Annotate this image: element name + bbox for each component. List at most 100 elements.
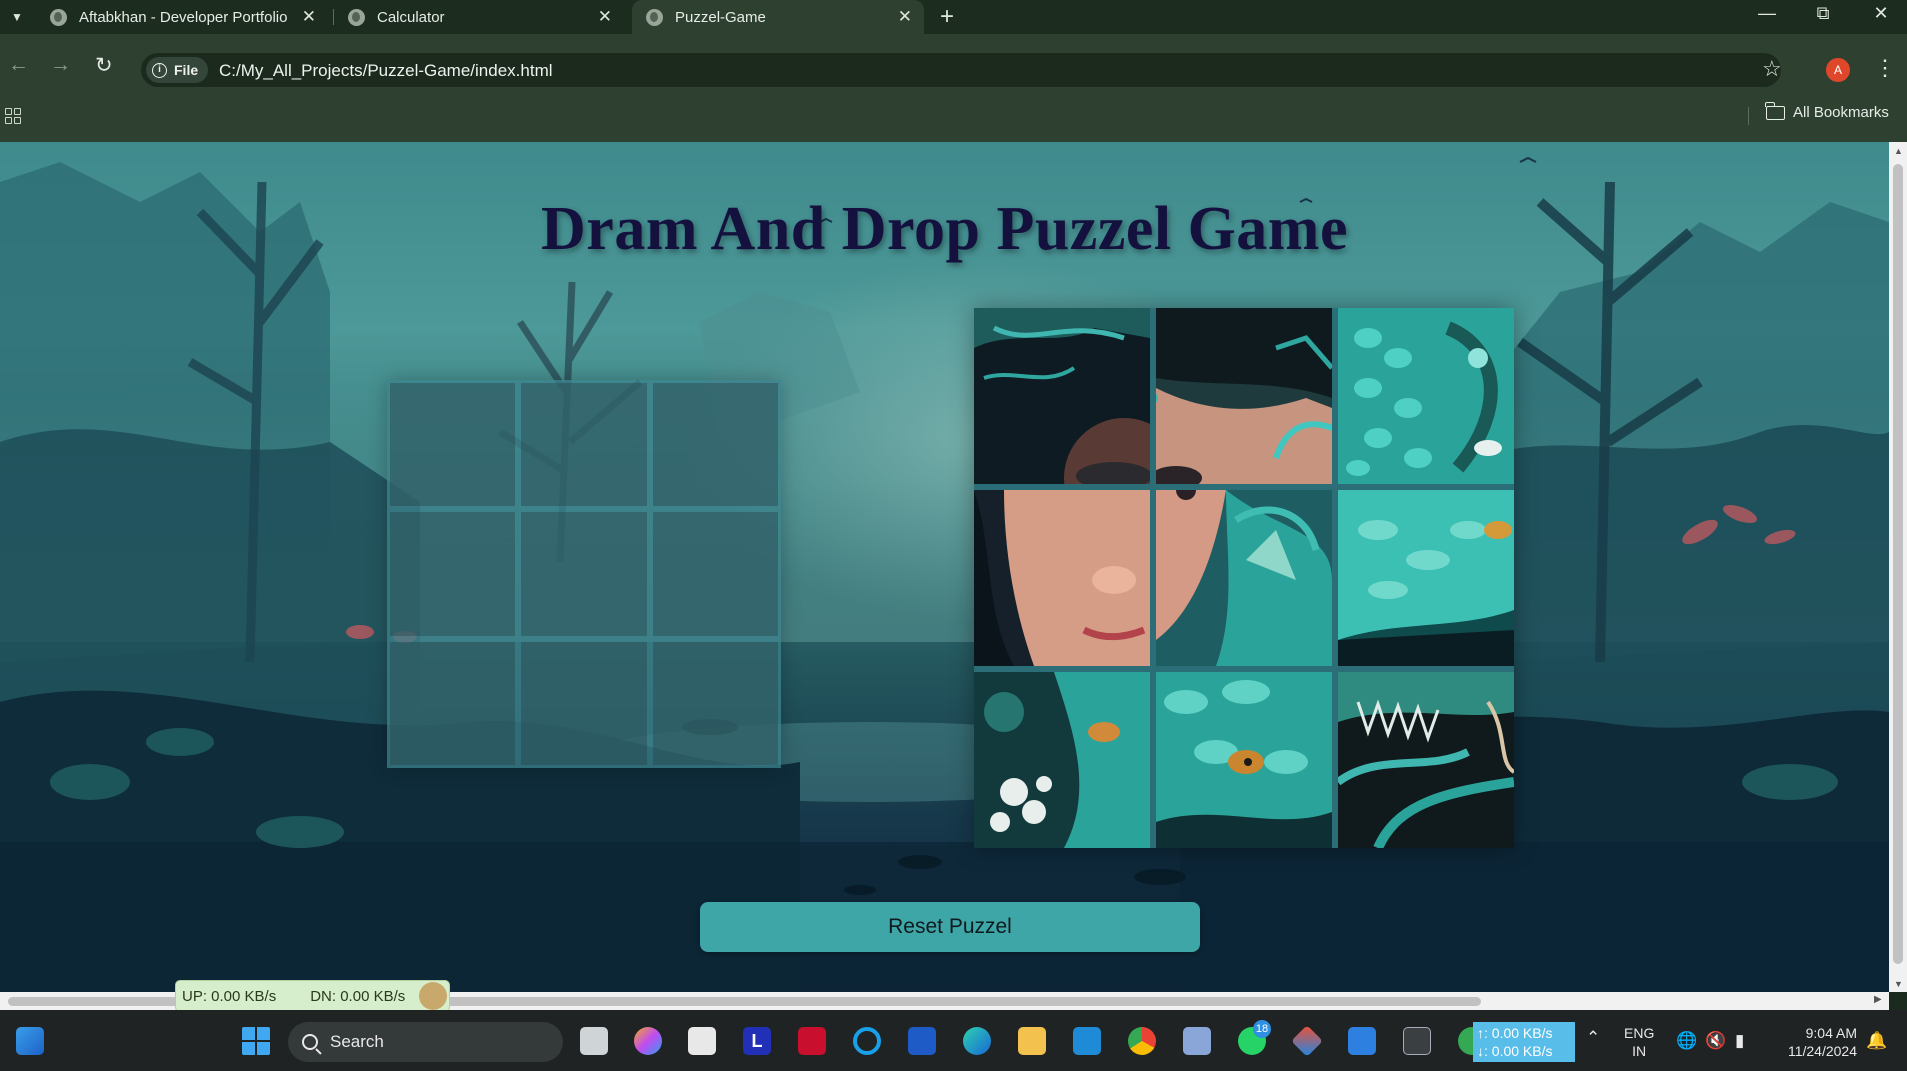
drop-slot[interactable] — [521, 512, 647, 636]
search-label: Search — [330, 1032, 384, 1051]
notification-bell-icon[interactable]: 🔔 — [1866, 1031, 1887, 1051]
drop-slot[interactable] — [390, 641, 516, 765]
copilot-icon[interactable] — [634, 1027, 662, 1055]
mcafee-icon[interactable] — [798, 1027, 826, 1055]
word-icon[interactable] — [908, 1027, 936, 1055]
bookmarks-divider — [1748, 107, 1749, 125]
taskbar-search[interactable]: Search — [288, 1022, 563, 1062]
page-viewport: Dram And Drop Puzzel Game Reset Puzzel — [0, 142, 1889, 992]
minimize-icon[interactable]: — — [1742, 3, 1792, 24]
site-info-label: File — [174, 62, 199, 78]
vertical-scrollbar[interactable]: ▲ ▼ — [1889, 142, 1907, 992]
close-tab-icon[interactable]: ✕ — [302, 7, 316, 27]
apps-grid-icon[interactable] — [5, 108, 21, 124]
puzzle-pieces-grid — [974, 308, 1514, 848]
upload-speed: UP: 0.00 KB/s — [182, 987, 277, 1005]
puzzle-piece[interactable] — [974, 308, 1150, 484]
search-icon — [302, 1034, 318, 1050]
system-clock[interactable]: 9:04 AM 11/24/2024 — [1775, 1024, 1857, 1060]
battery-icon[interactable]: ▮ — [1735, 1031, 1744, 1051]
tab-title: Puzzel-Game — [675, 8, 766, 26]
notification-badge: 18 — [1253, 1020, 1271, 1038]
scroll-down-icon[interactable]: ▼ — [1894, 979, 1903, 989]
network-speed-widget: UP: 0.00 KB/s DN: 0.00 KB/s — [175, 980, 450, 1012]
widget-mascot-icon — [419, 982, 447, 1010]
all-bookmarks-button[interactable]: All Bookmarks — [1765, 101, 1889, 121]
puzzle-piece[interactable] — [974, 490, 1150, 666]
photos-icon[interactable] — [1348, 1027, 1376, 1055]
windows-taskbar: Search L 18 ↑: 0.00 KB/s ↓: 0.00 KB/s ⌃ … — [0, 1010, 1907, 1071]
puzzle-piece[interactable] — [1156, 308, 1332, 484]
browser-toolbar: ← → ↻ i File C:/My_All_Projects/Puzzel-G… — [0, 34, 1907, 142]
puzzle-piece[interactable] — [1338, 672, 1514, 848]
puzzle-piece[interactable] — [1156, 672, 1332, 848]
reset-puzzle-button[interactable]: Reset Puzzel — [700, 902, 1200, 952]
info-icon: i — [152, 62, 167, 78]
scroll-up-icon[interactable]: ▲ — [1894, 146, 1903, 156]
drop-slot[interactable] — [652, 383, 778, 507]
clock-time: 9:04 AM — [1805, 1025, 1857, 1041]
all-bookmarks-label: All Bookmarks — [1793, 104, 1889, 121]
new-tab-button[interactable]: + — [940, 3, 954, 31]
page-title: Dram And Drop Puzzel Game — [541, 195, 1348, 263]
task-view-icon[interactable] — [580, 1027, 608, 1055]
download-speed: DN: 0.00 KB/s — [310, 987, 406, 1005]
widgets-icon[interactable] — [16, 1027, 44, 1055]
puzzle-piece[interactable] — [1338, 490, 1514, 666]
bookmark-star-icon[interactable]: ☆ — [1762, 56, 1782, 82]
language-indicator[interactable]: ENG IN — [1624, 1024, 1654, 1060]
tab-puzzel-game[interactable]: Puzzel-Game ✕ — [632, 0, 924, 34]
address-bar[interactable]: i File C:/My_All_Projects/Puzzel-Game/in… — [141, 53, 1781, 87]
tray-download-speed: ↓: 0.00 KB/s — [1477, 1043, 1553, 1059]
show-hidden-icons-chevron-icon[interactable]: ⌃ — [1586, 1028, 1600, 1048]
chrome-icon[interactable] — [1128, 1027, 1156, 1055]
drop-slot[interactable] — [521, 641, 647, 765]
terminal-icon[interactable] — [1403, 1027, 1431, 1055]
wifi-globe-icon[interactable]: 🌐 — [1676, 1031, 1697, 1051]
forward-icon[interactable]: → — [50, 53, 71, 77]
globe-icon — [348, 8, 365, 26]
l-app-icon[interactable]: L — [743, 1027, 771, 1055]
close-tab-icon[interactable]: ✕ — [598, 7, 612, 27]
network-app-icon[interactable] — [1183, 1027, 1211, 1055]
drop-slot[interactable] — [652, 512, 778, 636]
puzzle-piece[interactable] — [974, 672, 1150, 848]
tab-search-dropdown-icon[interactable]: ▼ — [4, 4, 30, 30]
drop-slot[interactable] — [652, 641, 778, 765]
restore-icon[interactable]: ⧉ — [1798, 3, 1848, 24]
git-icon[interactable] — [1291, 1025, 1323, 1057]
start-windows-icon[interactable] — [242, 1027, 270, 1055]
globe-icon — [646, 8, 663, 26]
microsoft-store-icon[interactable] — [688, 1027, 716, 1055]
tab-calculator[interactable]: Calculator ✕ — [334, 0, 624, 34]
scroll-right-icon[interactable]: ▶ — [1874, 994, 1882, 1005]
vscode-icon[interactable] — [1073, 1027, 1101, 1055]
tab-portfolio[interactable]: Aftabkhan - Developer Portfolio ✕ — [36, 0, 328, 34]
url-text[interactable]: C:/My_All_Projects/Puzzel-Game/index.htm… — [219, 61, 553, 81]
tab-title: Calculator — [377, 8, 445, 26]
drop-slot[interactable] — [390, 512, 516, 636]
drop-slot[interactable] — [390, 383, 516, 507]
back-icon[interactable]: ← — [8, 53, 29, 77]
profile-avatar[interactable]: A — [1826, 58, 1850, 82]
file-explorer-icon[interactable] — [1018, 1027, 1046, 1055]
region-code: IN — [1632, 1043, 1647, 1059]
folder-icon — [1765, 101, 1785, 120]
reload-icon[interactable]: ↻ — [95, 53, 113, 78]
puzzle-piece[interactable] — [1156, 490, 1332, 666]
language-code: ENG — [1624, 1025, 1655, 1041]
window-close-icon[interactable]: ✕ — [1856, 3, 1906, 24]
tab-bar: ▼ Aftabkhan - Developer Portfolio ✕ Calc… — [0, 0, 1907, 34]
edge-icon[interactable] — [963, 1027, 991, 1055]
tray-network-meter[interactable]: ↑: 0.00 KB/s ↓: 0.00 KB/s — [1473, 1022, 1575, 1062]
site-info-chip[interactable]: i File — [146, 57, 209, 83]
menu-kebab-icon[interactable]: ⋮ — [1874, 55, 1896, 81]
cortana-icon[interactable] — [853, 1027, 881, 1055]
tab-title: Aftabkhan - Developer Portfolio — [79, 8, 288, 26]
close-tab-icon[interactable]: ✕ — [898, 7, 912, 27]
vertical-scroll-thumb[interactable] — [1893, 164, 1903, 964]
globe-icon — [50, 8, 67, 26]
drop-slot[interactable] — [521, 383, 647, 507]
puzzle-piece[interactable] — [1338, 308, 1514, 484]
volume-muted-icon[interactable]: 🔇 — [1705, 1031, 1726, 1051]
